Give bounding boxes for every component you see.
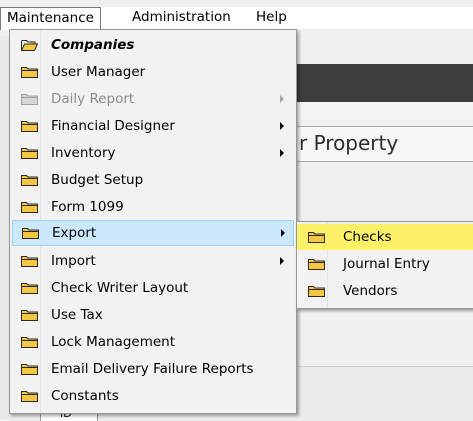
submenu-item-label: Checks bbox=[343, 229, 392, 245]
menu-item-export[interactable]: Export bbox=[12, 220, 294, 246]
submenu-arrow-icon bbox=[281, 229, 285, 237]
folder-icon bbox=[21, 255, 38, 267]
menu-item-label: Budget Setup bbox=[51, 172, 144, 188]
menu-item-label: Companies bbox=[51, 37, 135, 53]
folder-icon bbox=[21, 309, 38, 321]
menu-item-check-writer-layout[interactable]: Check Writer Layout bbox=[12, 275, 292, 301]
menu-item-label: Inventory bbox=[51, 145, 116, 161]
menu-help[interactable]: Help bbox=[250, 7, 293, 28]
property-panel-title: r Property bbox=[299, 131, 399, 155]
folder-open-icon bbox=[21, 39, 39, 51]
folder-icon bbox=[21, 390, 38, 402]
menu-item-label: Daily Report bbox=[51, 91, 135, 107]
menu-item-lock-management[interactable]: Lock Management bbox=[12, 329, 292, 355]
menu-item-inventory[interactable]: Inventory bbox=[12, 140, 292, 166]
folder-icon bbox=[21, 363, 38, 375]
submenu-item-vendors[interactable]: Vendors bbox=[299, 278, 471, 304]
menu-item-label: Financial Designer bbox=[51, 118, 175, 134]
submenu-item-label: Vendors bbox=[343, 283, 398, 299]
menu-item-label: Import bbox=[51, 253, 96, 269]
menu-item-daily-report: Daily Report bbox=[12, 86, 292, 112]
folder-icon bbox=[308, 285, 325, 297]
menu-item-form-1099[interactable]: Form 1099 bbox=[12, 194, 292, 220]
menu-bar: Maintenance Administration Help bbox=[0, 7, 473, 30]
submenu-arrow-icon bbox=[280, 95, 284, 103]
menu-item-companies[interactable]: Companies bbox=[12, 32, 292, 58]
menu-item-budget-setup[interactable]: Budget Setup bbox=[12, 167, 292, 193]
menu-item-label: Check Writer Layout bbox=[51, 280, 189, 296]
menu-item-use-tax[interactable]: Use Tax bbox=[12, 302, 292, 328]
menu-item-import[interactable]: Import bbox=[12, 248, 292, 274]
submenu-item-checks[interactable]: Checks bbox=[297, 224, 473, 250]
menu-item-user-manager[interactable]: User Manager bbox=[12, 59, 292, 85]
submenu-arrow-icon bbox=[280, 122, 284, 130]
folder-icon bbox=[21, 201, 38, 213]
folder-icon bbox=[21, 282, 38, 294]
submenu-arrow-icon bbox=[280, 257, 284, 265]
folder-icon bbox=[21, 120, 38, 132]
menu-item-label: Constants bbox=[51, 388, 119, 404]
submenu-arrow-icon bbox=[280, 149, 284, 157]
menu-item-label: User Manager bbox=[51, 64, 146, 80]
folder-icon bbox=[308, 258, 325, 270]
submenu-item-journal-entry[interactable]: Journal Entry bbox=[299, 251, 471, 277]
menu-item-label: Form 1099 bbox=[51, 199, 124, 215]
menu-administration[interactable]: Administration bbox=[126, 7, 237, 28]
maintenance-dropdown: Companies User Manager Daily Report Financi… bbox=[9, 29, 297, 414]
menu-item-label: Use Tax bbox=[51, 307, 103, 323]
folder-icon bbox=[22, 227, 39, 239]
folder-icon bbox=[308, 231, 325, 243]
folder-icon bbox=[21, 174, 38, 186]
folder-icon bbox=[21, 93, 38, 105]
menu-item-label: Lock Management bbox=[51, 334, 176, 350]
folder-icon bbox=[21, 147, 38, 159]
menu-item-label: Export bbox=[52, 225, 97, 241]
export-submenu: Checks Journal Entry Vendors bbox=[296, 221, 473, 309]
submenu-item-label: Journal Entry bbox=[343, 256, 430, 272]
folder-icon bbox=[21, 336, 38, 348]
menu-item-label: Email Delivery Failure Reports bbox=[51, 361, 254, 377]
menu-item-financial-designer[interactable]: Financial Designer bbox=[12, 113, 292, 139]
menu-item-constants[interactable]: Constants bbox=[12, 383, 292, 409]
menu-maintenance[interactable]: Maintenance bbox=[0, 7, 101, 30]
folder-icon bbox=[21, 66, 38, 78]
menu-item-email-delivery-failure-reports[interactable]: Email Delivery Failure Reports bbox=[12, 356, 292, 382]
